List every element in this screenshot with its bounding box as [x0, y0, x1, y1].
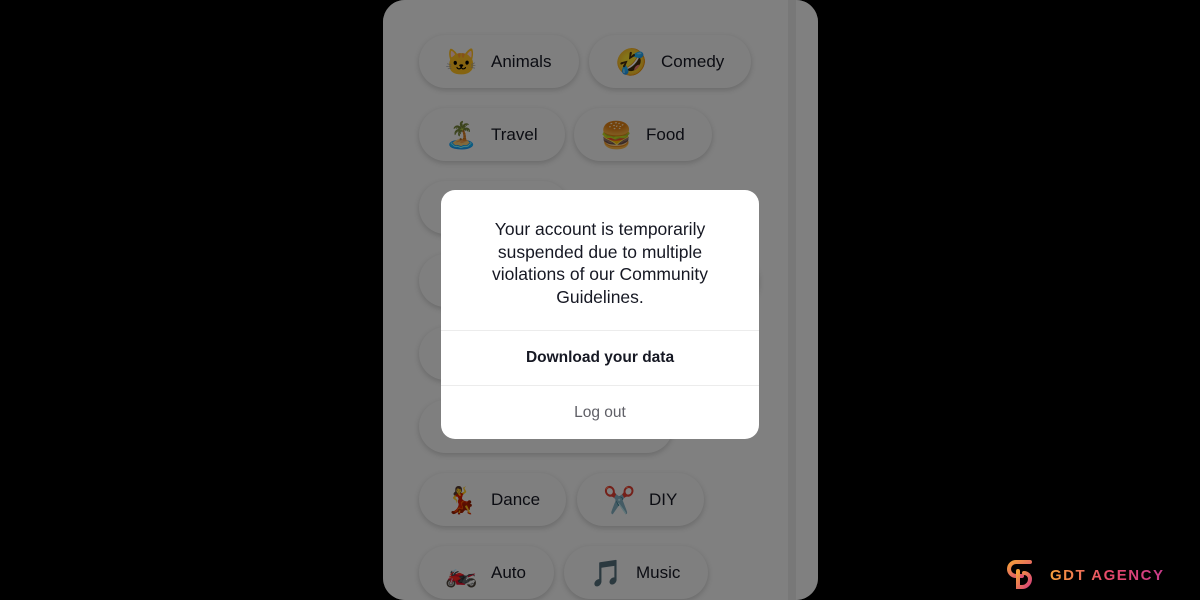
download-data-button[interactable]: Download your data	[441, 330, 759, 385]
brand-name: GDT AGENCY	[1050, 566, 1165, 584]
log-out-button[interactable]: Log out	[441, 385, 759, 439]
dialog-message: Your account is temporarily suspended du…	[492, 219, 708, 307]
suspension-dialog: Your account is temporarily suspended du…	[441, 190, 759, 439]
watermark-logo: GDT AGENCY	[1004, 557, 1164, 593]
gdt-logo-icon	[1007, 560, 1033, 589]
